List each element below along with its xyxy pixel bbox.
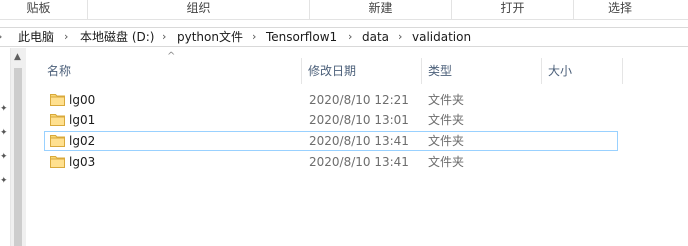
folder-icon <box>50 156 65 168</box>
pin-icon[interactable]: ✦ <box>0 128 8 138</box>
ribbon-group-select[interactable]: 选择 <box>574 0 666 19</box>
column-date-modified[interactable]: 修改日期 <box>302 58 421 86</box>
folder-icon <box>50 114 65 126</box>
folder-icon <box>50 135 65 147</box>
file-type: 文件夹 <box>428 155 465 169</box>
file-date: 2020/8/10 13:41 <box>309 155 409 169</box>
column-divider[interactable] <box>622 58 623 84</box>
breadcrumb-validation[interactable]: validation <box>412 28 471 46</box>
breadcrumb-data[interactable]: data <box>362 28 389 46</box>
breadcrumb-tensorflow1[interactable]: Tensorflow1 <box>266 28 337 46</box>
scroll-up-arrow-icon[interactable]: ▲ <box>14 52 21 62</box>
breadcrumb-local-disk[interactable]: 本地磁盘 (D:) <box>80 28 154 46</box>
column-size[interactable]: 大小 <box>542 58 622 86</box>
column-name[interactable]: 名称 <box>41 58 301 86</box>
ribbon-gap <box>0 20 688 27</box>
list-item[interactable]: lg01 2020/8/10 13:01 文件夹 <box>44 110 618 130</box>
file-name[interactable]: lg02 <box>69 131 95 151</box>
file-date: 2020/8/10 12:21 <box>309 93 409 107</box>
pin-icon[interactable]: ✦ <box>0 152 8 162</box>
file-type: 文件夹 <box>428 134 465 148</box>
column-type[interactable]: 类型 <box>422 58 541 86</box>
navigation-pane[interactable]: ✦ ✦ ✦ ✦ <box>0 48 10 246</box>
ribbon-group-new[interactable]: 新建 <box>310 0 452 19</box>
address-bar[interactable]: › 此电脑 › 本地磁盘 (D:) › python文件 › Tensorflo… <box>0 27 688 47</box>
list-item[interactable]: lg03 2020/8/10 13:41 文件夹 <box>44 152 618 172</box>
scrollbar-thumb[interactable] <box>14 68 22 246</box>
chevron-right-icon[interactable]: › <box>252 28 256 46</box>
chevron-right-icon[interactable]: › <box>348 28 352 46</box>
list-item[interactable]: lg00 2020/8/10 12:21 文件夹 <box>44 90 618 110</box>
column-header: ^ 名称 修改日期 类型 大小 <box>27 51 688 88</box>
breadcrumb-python-folder[interactable]: python文件 <box>177 28 243 46</box>
ribbon: 贴板 组织 新建 打开 选择 <box>0 0 688 20</box>
file-date: 2020/8/10 13:01 <box>309 113 409 127</box>
pin-icon[interactable]: ✦ <box>0 176 8 186</box>
file-date: 2020/8/10 13:41 <box>309 134 409 148</box>
file-name[interactable]: lg03 <box>69 152 95 172</box>
nav-scrollbar[interactable]: ▲ <box>10 48 26 246</box>
ribbon-group-open[interactable]: 打开 <box>452 0 574 19</box>
chevron-right-icon[interactable]: › <box>398 28 402 46</box>
pin-icon[interactable]: ✦ <box>0 104 8 114</box>
file-type: 文件夹 <box>428 93 465 107</box>
list-item-focused[interactable]: lg02 2020/8/10 13:41 文件夹 <box>44 131 618 151</box>
breadcrumb-this-pc[interactable]: 此电脑 <box>18 28 54 46</box>
ribbon-group-organize[interactable]: 组织 <box>88 0 310 19</box>
file-type: 文件夹 <box>428 113 465 127</box>
chevron-right-icon[interactable]: › <box>162 28 166 46</box>
folder-icon <box>50 94 65 106</box>
chevron-right-icon[interactable]: › <box>64 28 68 46</box>
ribbon-group-clipboard[interactable]: 贴板 <box>0 0 88 19</box>
chevron-right-icon: › <box>0 28 2 46</box>
file-name[interactable]: lg01 <box>69 110 95 130</box>
file-name[interactable]: lg00 <box>69 90 95 110</box>
